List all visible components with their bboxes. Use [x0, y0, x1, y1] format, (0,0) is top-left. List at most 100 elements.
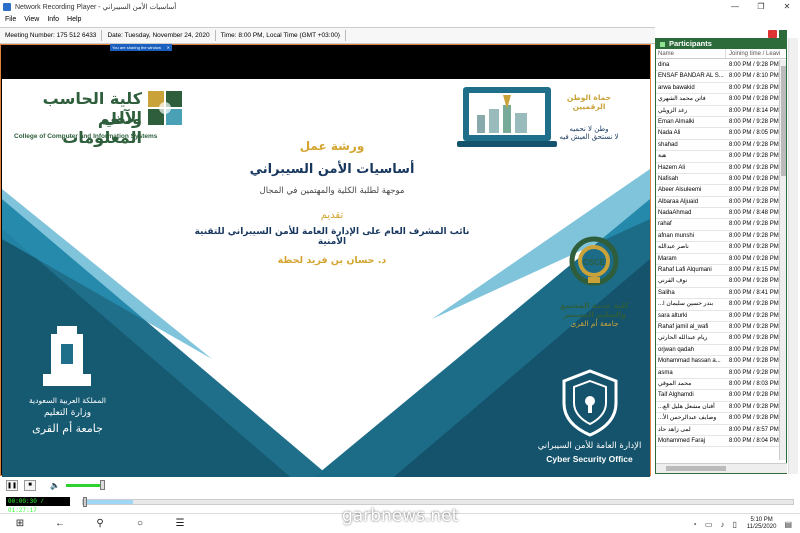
participants-columns: Name Joining time / Leaving time [656, 49, 786, 59]
battery-icon[interactable]: ▯ [732, 520, 736, 529]
notifications-icon[interactable]: ▤ [784, 520, 792, 529]
participant-time: 8:00 PM / 9:28 PM [729, 346, 779, 353]
participant-row[interactable]: Eman Almalki 8:00 PM / 9:28 PM [656, 117, 780, 129]
clock[interactable]: 5:10 PM 11/25/2020 [747, 517, 777, 531]
csce-line-1: كلية خدمة المجتمع [560, 301, 629, 310]
participant-row[interactable]: ريام عبدالله الحارثي 8:00 PM / 9:28 PM [656, 333, 780, 345]
maximize-button[interactable]: ❐ [748, 0, 774, 13]
display-icon[interactable]: ▭ [705, 520, 713, 529]
participant-time: 8:00 PM / 9:28 PM [729, 335, 779, 342]
participant-name: Taif Alghamdi [658, 392, 694, 399]
participant-row[interactable]: rahaf 8:00 PM / 9:28 PM [656, 219, 780, 231]
chat-icon[interactable] [768, 30, 777, 38]
minimize-button[interactable]: — [722, 0, 748, 13]
presenting-label: تقديم [320, 210, 344, 221]
participant-row[interactable]: sara alturki 8:00 PM / 9:28 PM [656, 311, 780, 322]
csce-line-2: والتعليم المستمر [563, 310, 626, 319]
participant-name: Hazem Ali [658, 164, 686, 171]
participant-time: 8:00 PM / 8:15 PM [729, 267, 779, 274]
participant-row[interactable]: Nada Ali 8:00 PM / 8:05 PM [656, 128, 780, 140]
participant-time: 8:00 PM / 8:48 PM [729, 210, 779, 217]
timeline-knob[interactable] [83, 497, 87, 507]
sound-icon[interactable]: ♪ [720, 520, 724, 529]
participants-header: Participants [656, 39, 786, 49]
participant-row[interactable]: Mohammad hassan a... 8:00 PM / 9:28 PM [656, 356, 780, 368]
participant-name: رغد الزويلي [658, 107, 688, 114]
workshop-text: ورشة عمل أساسيات الأمن السيبراني موجهة ل… [182, 139, 482, 266]
stop-button[interactable]: ■ [24, 479, 36, 491]
windows-start-icon[interactable]: ⊞ [0, 518, 40, 529]
participant-row[interactable]: shahad 8:00 PM / 9:28 PM [656, 140, 780, 152]
participant-row[interactable]: ...أفنان مشعل هليل الع 8:00 PM / 9:28 PM [656, 402, 780, 414]
participant-row[interactable]: asma 8:00 PM / 9:28 PM [656, 368, 780, 379]
participant-row[interactable]: afnan munshi 8:00 PM / 9:28 PM [656, 231, 780, 243]
participants-icon[interactable] [779, 30, 787, 38]
participant-row[interactable]: NadaAhmad 8:00 PM / 8:48 PM [656, 208, 780, 220]
participant-time: 8:00 PM / 8:41 PM [729, 289, 779, 296]
shared-slide: كلية الحاسب الآلي ونظم المعلومات College… [2, 79, 650, 487]
participant-row[interactable]: Albaraa Aljuaid 8:00 PM / 9:28 PM [656, 197, 780, 209]
participant-row[interactable]: Mohammed Faraj 8:00 PM / 8:04 PM [656, 436, 780, 448]
participant-row[interactable]: dina 8:00 PM / 9:28 PM [656, 60, 780, 72]
timeline-track[interactable] [82, 497, 794, 507]
participant-row[interactable]: رغد الزويلي 8:00 PM / 8:14 PM [656, 106, 780, 117]
participant-time: 8:00 PM / 9:28 PM [729, 392, 779, 399]
volume-icon[interactable]: 🔈 [50, 481, 60, 490]
participant-row[interactable]: Rahaf jamil al_wafi 8:00 PM / 9:28 PM [656, 322, 780, 334]
pause-button[interactable]: ❚❚ [6, 479, 18, 491]
search-icon[interactable]: ⚲ [80, 518, 120, 529]
presenter-name: د. حسان بن فريد لحظة [277, 255, 387, 266]
menu-bar: File View Info Help [0, 13, 800, 26]
system-tray: ◔ ▭ ♪ ▯ 5:10 PM 11/25/2020 ▤ [684, 514, 792, 533]
participants-vscroll[interactable] [779, 60, 786, 460]
college-mark-icon [148, 91, 182, 125]
moe-ministry: وزارة التعليم [43, 408, 92, 418]
participant-row[interactable]: orjwan qadah 8:00 PM / 9:28 PM [656, 345, 780, 357]
participant-row[interactable]: نوف القرني 8:00 PM / 9:28 PM [656, 276, 780, 288]
participant-row[interactable]: Taif Alghamdi 8:00 PM / 9:28 PM [656, 390, 780, 402]
participant-row[interactable]: لمى زاهد حاد 8:00 PM / 8:57 PM [656, 425, 780, 436]
participant-row[interactable]: Hazem Ali 8:00 PM / 9:28 PM [656, 163, 780, 174]
participant-row[interactable]: ناصر عبدالله 8:00 PM / 9:28 PM [656, 242, 780, 254]
menu-file[interactable]: File [5, 16, 16, 23]
menu-help[interactable]: Help [67, 16, 81, 23]
column-time[interactable]: Joining time / Leaving time [726, 49, 780, 58]
participant-name: Mohammad hassan a... [658, 358, 721, 365]
column-name[interactable]: Name [656, 49, 726, 58]
participant-row[interactable]: فاتن محمد الشهري 8:00 PM / 9:28 PM [656, 94, 780, 106]
menu-info[interactable]: Info [47, 16, 59, 23]
participant-time: 8:00 PM / 9:28 PM [729, 301, 779, 308]
participant-row[interactable]: Rahaf Lafi Alqumani 8:00 PM / 8:15 PM [656, 265, 780, 277]
sharing-indicator-text: You are sharing the window [112, 45, 161, 50]
participant-row[interactable]: Abeer Alsuleemi 8:00 PM / 9:28 PM [656, 185, 780, 197]
window-title: Network Recording Player - أساسيات الأمن… [15, 3, 177, 11]
participant-row[interactable]: ...وصايف عبدالرحمن الأ 8:00 PM / 9:28 PM [656, 413, 780, 425]
window-vscroll[interactable] [788, 38, 798, 474]
close-sharing-icon[interactable]: ✕ [167, 44, 170, 51]
menu-view[interactable]: View [24, 16, 39, 23]
participants-hscroll[interactable] [656, 463, 787, 473]
participant-row[interactable]: Saliha 8:00 PM / 8:41 PM [656, 288, 780, 300]
task-view-icon[interactable]: ☰ [160, 518, 200, 529]
participant-name: orjwan qadah [658, 346, 695, 353]
volume-slider[interactable] [65, 479, 106, 490]
participant-name: ...وصايف عبدالرحمن الأ [658, 415, 717, 422]
participant-row[interactable]: ENSAF BANDAR AL S... 8:00 PM / 8:10 PM [656, 71, 780, 83]
volume-slider-knob[interactable] [100, 479, 106, 490]
participant-name: فاتن محمد الشهري [658, 96, 706, 103]
participant-time: 8:00 PM / 9:28 PM [729, 278, 779, 285]
participant-row[interactable]: ...بندر حسين سليمان ا 8:00 PM / 9:28 PM [656, 299, 780, 311]
participant-name: محمد الموقي [658, 380, 692, 387]
participant-row[interactable]: Nafisah 8:00 PM / 9:28 PM [656, 174, 780, 186]
participant-row[interactable]: محمد الموقي 8:00 PM / 8:03 PM [656, 379, 780, 391]
close-button[interactable]: ✕ [774, 0, 800, 13]
wifi-icon[interactable]: ◔ [692, 520, 697, 529]
participant-time: 8:00 PM / 9:28 PM [729, 255, 779, 262]
participant-time: 8:00 PM / 8:57 PM [729, 426, 779, 433]
circle-icon[interactable]: ○ [120, 518, 160, 529]
back-arrow-icon[interactable]: ← [40, 518, 80, 529]
participant-row[interactable]: هبة 8:00 PM / 9:28 PM [656, 151, 780, 163]
participant-row[interactable]: arwa bawakid 8:00 PM / 9:28 PM [656, 83, 780, 95]
participants-panel: Participants Name Joining time / Leaving… [655, 38, 787, 474]
participant-row[interactable]: Maram 8:00 PM / 9:28 PM [656, 254, 780, 266]
